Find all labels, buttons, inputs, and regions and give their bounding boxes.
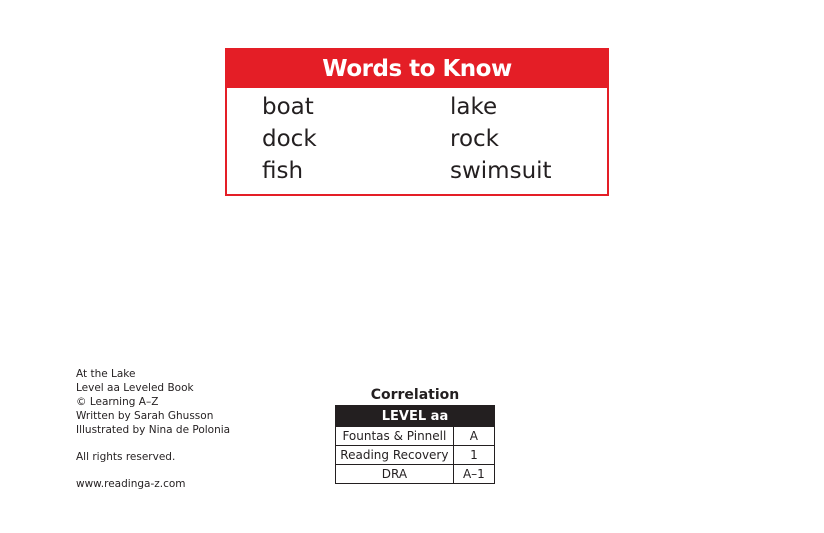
- website-link[interactable]: www.readinga-z.com: [76, 477, 230, 491]
- author-line: Written by Sarah Ghusson: [76, 410, 214, 422]
- level-header: LEVEL aa: [335, 405, 495, 427]
- table-row: DRA A–1: [335, 464, 496, 484]
- rights-line: All rights reserved.: [76, 451, 176, 463]
- system-level: A–1: [452, 464, 496, 484]
- vocab-word: swimsuit: [450, 158, 552, 184]
- system-name: Reading Recovery: [335, 445, 454, 465]
- vocab-word: fish: [262, 158, 304, 184]
- table-row: Fountas & Pinnell A: [335, 426, 496, 446]
- words-to-know-box: Words to Know boat lake dock rock fish s…: [225, 48, 609, 196]
- vocab-word: dock: [262, 126, 317, 152]
- vocab-word: boat: [262, 94, 314, 120]
- copyright-line: © Learning A–Z: [76, 396, 159, 408]
- words-to-know-title: Words to Know: [227, 50, 607, 88]
- book-title: At the Lake: [76, 368, 136, 380]
- system-level: A: [452, 426, 496, 446]
- illustrator-line: Illustrated by Nina de Polonia: [76, 424, 231, 436]
- system-level: 1: [452, 445, 496, 465]
- words-to-know-grid: boat lake dock rock fish swimsuit: [227, 88, 607, 194]
- table-row: Reading Recovery 1: [335, 445, 496, 465]
- system-name: Fountas & Pinnell: [335, 426, 454, 446]
- vocab-word: rock: [450, 126, 499, 152]
- correlation-table: LEVEL aa Fountas & Pinnell A Reading Rec…: [335, 405, 496, 484]
- correlation-title: Correlation: [370, 387, 460, 403]
- vocab-word: lake: [450, 94, 498, 120]
- book-credits: At the Lake Level aa Leveled Book © Lear…: [76, 367, 230, 491]
- system-name: DRA: [335, 464, 454, 484]
- book-level: Level aa Leveled Book: [76, 382, 194, 394]
